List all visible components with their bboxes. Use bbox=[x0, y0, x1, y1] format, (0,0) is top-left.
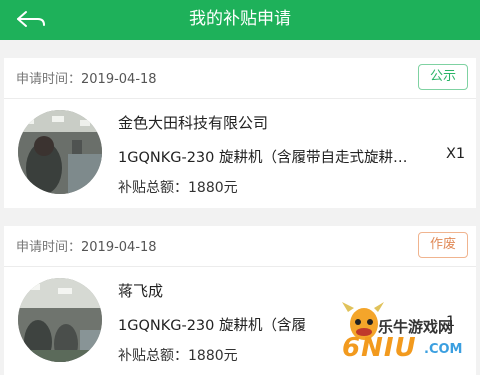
subsidy-total: 补贴总额：1880元 bbox=[118, 345, 238, 365]
apply-time-label: 申请时间： bbox=[16, 72, 82, 87]
divider bbox=[4, 98, 476, 99]
apply-date-row: 申请时间：2019-04-18 bbox=[16, 236, 157, 255]
subsidy-total-label: 补贴总额： bbox=[118, 348, 188, 364]
divider bbox=[4, 266, 476, 267]
application-card[interactable]: 申请时间：2019-04-18 公示 金色大田科技有限公司 1GQNKG-230… bbox=[4, 58, 476, 208]
title-bar: 我的补贴申请 bbox=[0, 0, 480, 40]
subsidy-amount: 1880元 bbox=[188, 348, 238, 364]
status-badge: 公示 bbox=[418, 64, 468, 90]
quantity: X1 bbox=[446, 146, 466, 162]
avatar bbox=[18, 278, 102, 362]
avatar bbox=[18, 110, 102, 194]
apply-date-row: 申请时间：2019-04-18 bbox=[16, 68, 157, 87]
apply-date: 2019-04-18 bbox=[81, 240, 157, 255]
avatar-photo bbox=[18, 278, 102, 362]
watermark-text-en: 6NIU bbox=[342, 333, 417, 363]
apply-time-label: 申请时间： bbox=[16, 240, 82, 255]
subsidy-total-label: 补贴总额： bbox=[118, 180, 188, 196]
subsidy-amount: 1880元 bbox=[188, 180, 238, 196]
product-name: 1GQNKG-230 旋耕机（含履带自走式旋耕… bbox=[118, 150, 408, 166]
subsidy-total: 补贴总额：1880元 bbox=[118, 177, 238, 197]
avatar-photo bbox=[18, 110, 102, 194]
applicant-name: 金色大田科技有限公司 bbox=[118, 114, 269, 132]
status-badge: 作废 bbox=[418, 232, 468, 258]
watermark-text-com: .COM bbox=[424, 342, 463, 357]
page-title: 我的补贴申请 bbox=[189, 9, 291, 29]
applicant-name: 蒋飞成 bbox=[118, 282, 164, 300]
apply-date: 2019-04-18 bbox=[81, 72, 157, 87]
